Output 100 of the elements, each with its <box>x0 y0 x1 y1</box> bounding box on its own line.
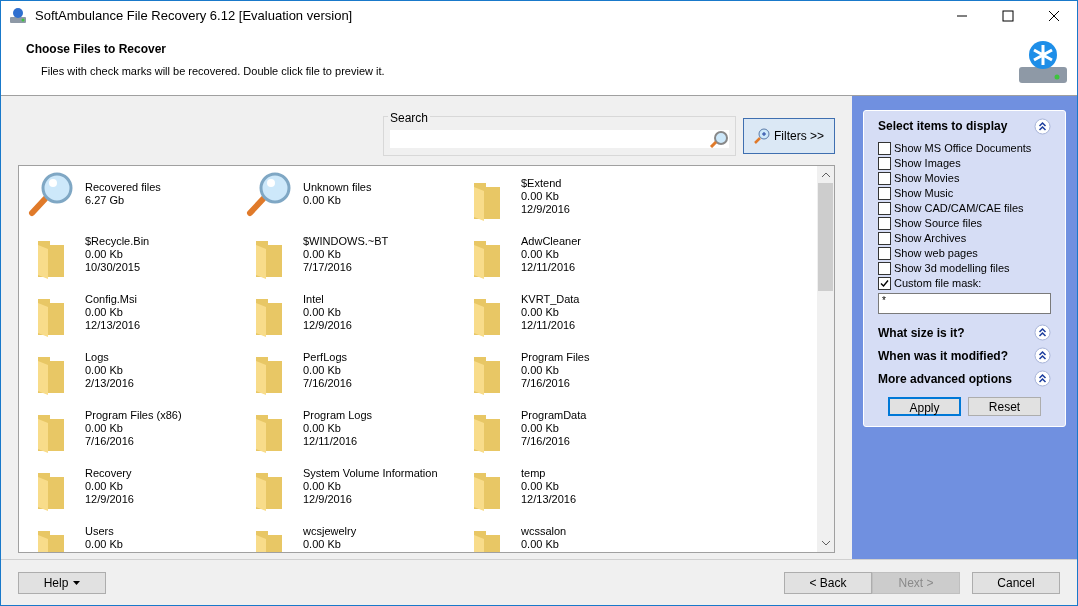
file-name: Users <box>85 525 115 538</box>
filter-option[interactable]: Show Source files <box>878 216 1051 231</box>
folder-icon <box>254 297 284 337</box>
scrollbar-thumb[interactable] <box>818 183 833 291</box>
scrollbar[interactable] <box>817 166 834 552</box>
file-date: 12/9/2016 <box>303 493 353 506</box>
section-header[interactable]: When was it modified? <box>878 346 1008 365</box>
file-size: 0.00 Kb <box>521 480 560 493</box>
filter-option[interactable]: Show Music <box>878 186 1051 201</box>
file-date: 12/9/2016 <box>85 493 134 506</box>
file-item[interactable]: Intel 0.00 Kb 12/9/2016 <box>245 287 463 345</box>
search-icon[interactable] <box>709 130 729 148</box>
collapse-icon[interactable] <box>1034 347 1051 364</box>
file-date: 7/16/2016 <box>521 377 571 390</box>
folder-icon <box>472 471 502 511</box>
file-name: Recovered files <box>85 181 161 194</box>
file-name: KVRT_Data <box>521 293 580 306</box>
folder-icon <box>36 471 66 511</box>
page-title: Choose Files to Recover <box>26 41 168 58</box>
file-date: 10/30/2015 <box>85 261 142 274</box>
checkbox[interactable] <box>878 262 891 275</box>
collapse-icon[interactable] <box>1034 324 1051 341</box>
filter-option[interactable]: Show CAD/CAM/CAE files <box>878 201 1051 216</box>
file-item[interactable]: Unknown files 0.00 Kb <box>245 171 463 229</box>
file-size: 0.00 Kb <box>303 306 342 319</box>
section-header[interactable]: What size is it? <box>878 323 965 342</box>
checkbox[interactable] <box>878 232 891 245</box>
file-item[interactable]: Program Files (x86) 0.00 Kb 7/16/2016 <box>27 403 245 461</box>
file-item[interactable]: wcsjewelry 0.00 Kb <box>245 519 463 552</box>
filter-option[interactable]: Custom file mask: <box>878 276 1051 291</box>
file-size: 0.00 Kb <box>85 248 124 261</box>
window-title: SoftAmbulance File Recovery 6.12 [Evaluation version] <box>35 7 353 26</box>
checkbox[interactable] <box>878 202 891 215</box>
file-item[interactable]: PerfLogs 0.00 Kb 7/16/2016 <box>245 345 463 403</box>
file-item[interactable]: Recovery 0.00 Kb 12/9/2016 <box>27 461 245 519</box>
file-item[interactable]: Users 0.00 Kb <box>27 519 245 552</box>
file-name: Program Logs <box>303 409 373 422</box>
filter-option[interactable]: Show web pages <box>878 246 1051 261</box>
file-name: PerfLogs <box>303 351 349 364</box>
file-date: 7/16/2016 <box>521 435 571 448</box>
filter-option[interactable]: Show Movies <box>878 171 1051 186</box>
file-size: 0.00 Kb <box>303 248 342 261</box>
file-date: 7/17/2016 <box>303 261 353 274</box>
checkbox[interactable] <box>878 277 891 290</box>
help-button[interactable]: Help <box>18 571 106 594</box>
checkbox[interactable] <box>878 247 891 260</box>
panel-button[interactable]: Reset <box>968 397 1041 416</box>
file-item[interactable]: $Recycle.Bin 0.00 Kb 10/30/2015 <box>27 229 245 287</box>
folder-icon <box>36 413 66 453</box>
file-item[interactable]: KVRT_Data 0.00 Kb 12/11/2016 <box>463 287 681 345</box>
folder-icon <box>472 355 502 395</box>
file-item[interactable]: temp 0.00 Kb 12/13/2016 <box>463 461 681 519</box>
file-name: temp <box>521 467 547 480</box>
app-icon <box>9 7 27 25</box>
filter-option[interactable]: Show Archives <box>878 231 1051 246</box>
collapse-icon[interactable] <box>1034 370 1051 387</box>
scroll-down-icon[interactable] <box>821 541 830 546</box>
file-date: 7/16/2016 <box>85 435 135 448</box>
file-date: 2/13/2016 <box>85 377 134 390</box>
filters-button[interactable]: Filters >> <box>743 118 835 154</box>
file-name: ProgramData <box>521 409 587 422</box>
folder-icon <box>472 297 502 337</box>
scroll-up-icon[interactable] <box>821 172 830 177</box>
panel-button[interactable]: Apply <box>888 397 961 416</box>
file-item[interactable]: $WINDOWS.~BT 0.00 Kb 7/17/2016 <box>245 229 463 287</box>
filter-title: Select items to display <box>878 118 1008 135</box>
file-item[interactable]: System Volume Information 0.00 Kb 12/9/2016 <box>245 461 463 519</box>
file-size: 0.00 Kb <box>85 306 124 319</box>
checkbox[interactable] <box>878 187 891 200</box>
collapse-icon[interactable] <box>1034 117 1051 135</box>
file-item[interactable]: Config.Msi 0.00 Kb 12/13/2016 <box>27 287 245 345</box>
file-item[interactable]: Program Files 0.00 Kb 7/16/2016 <box>463 345 681 403</box>
file-name: $Recycle.Bin <box>85 235 150 248</box>
file-item[interactable]: $Extend 0.00 Kb 12/9/2016 <box>463 171 681 229</box>
file-size: 0.00 Kb <box>303 364 342 377</box>
file-item[interactable]: wcssalon 0.00 Kb <box>463 519 681 552</box>
file-item[interactable]: AdwCleaner 0.00 Kb 12/11/2016 <box>463 229 681 287</box>
file-item[interactable]: Recovered files 6.27 Gb <box>27 171 245 229</box>
folder-icon <box>36 239 66 279</box>
filter-option[interactable]: Show MS Office Documents <box>878 141 1051 156</box>
search-field[interactable] <box>390 130 729 148</box>
filter-option[interactable]: Show 3d modelling files <box>878 261 1051 276</box>
magnifier-icon <box>245 171 293 217</box>
file-date: 12/11/2016 <box>521 319 577 332</box>
file-item[interactable]: Program Logs 0.00 Kb 12/11/2016 <box>245 403 463 461</box>
section-header[interactable]: More advanced options <box>878 369 1013 388</box>
checkbox[interactable] <box>878 157 891 170</box>
zoom-in-icon <box>754 128 770 144</box>
mask-field[interactable]: * <box>878 293 1051 314</box>
back-button[interactable]: < Back <box>784 571 872 594</box>
checkbox[interactable] <box>878 142 891 155</box>
file-name: Program Files (x86) <box>85 409 182 422</box>
file-name: Recovery <box>85 467 133 480</box>
filter-option[interactable]: Show Images <box>878 156 1051 171</box>
checkbox[interactable] <box>878 172 891 185</box>
checkbox[interactable] <box>878 217 891 230</box>
file-item[interactable]: Logs 0.00 Kb 2/13/2016 <box>27 345 245 403</box>
file-item[interactable]: ProgramData 0.00 Kb 7/16/2016 <box>463 403 681 461</box>
cancel-button[interactable]: Cancel <box>972 571 1060 594</box>
file-date: 12/11/2016 <box>303 435 359 448</box>
